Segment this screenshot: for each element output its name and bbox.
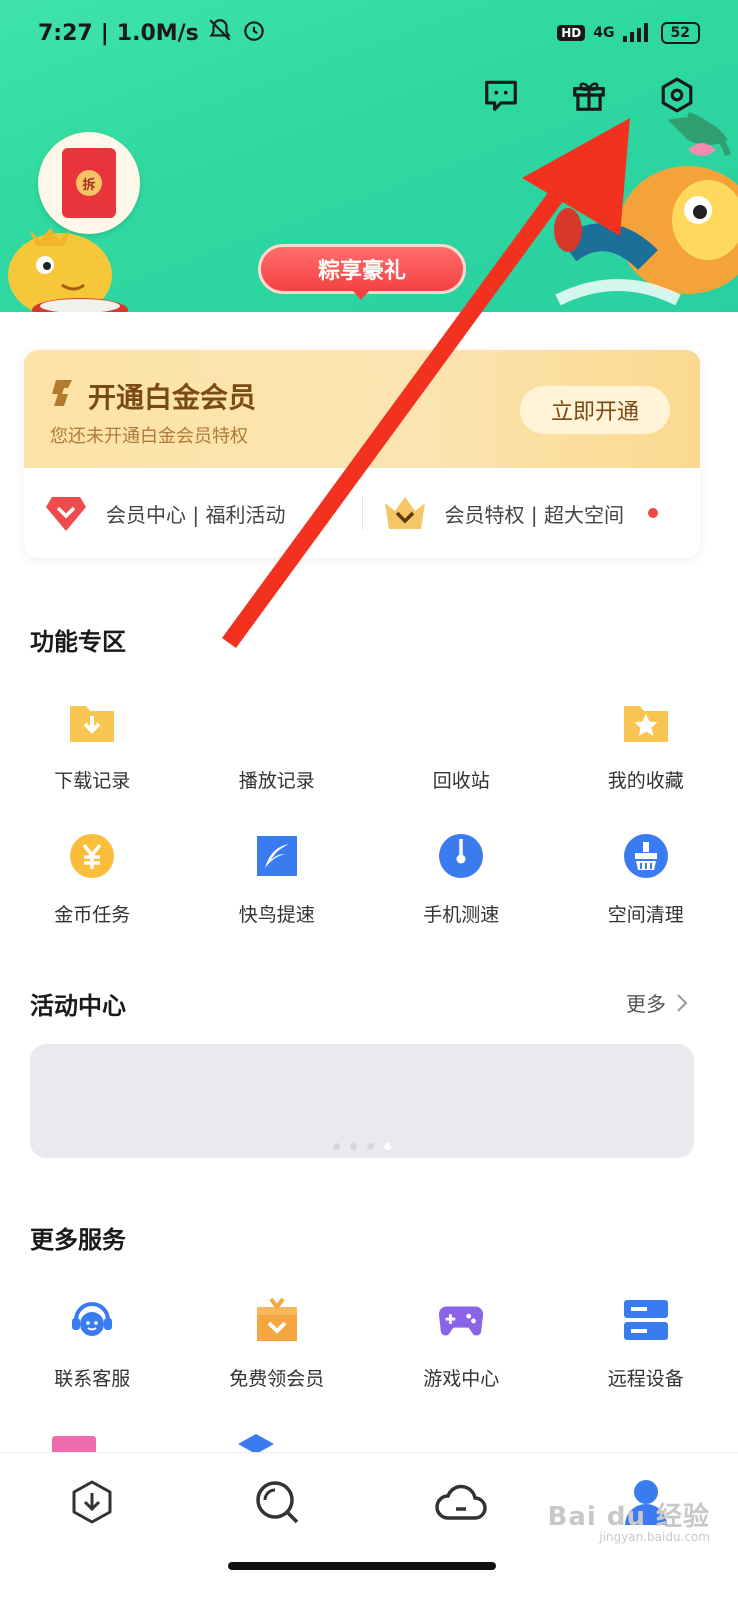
promo-gift-button[interactable]: 粽享豪礼 <box>258 244 466 294</box>
member-center-link[interactable]: 会员中心 | 福利活动 <box>24 493 362 533</box>
dragon-mascot-left <box>8 228 128 320</box>
status-speed: 1.0M/s <box>116 20 199 46</box>
broom-icon <box>622 832 670 880</box>
activity-title: 活动中心 <box>30 992 126 1020</box>
baidu-watermark: Bai du 经验 <box>547 1502 710 1532</box>
vip-card: 开通白金会员 您还未开通白金会员特权 立即开通 会员中心 | 福利活动 会员特权… <box>24 350 700 558</box>
gift-box-icon <box>253 1296 301 1344</box>
battery-indicator: 52 <box>660 22 700 44</box>
open-vip-button[interactable]: 立即开通 <box>520 386 670 434</box>
gamepad-icon <box>437 1296 485 1344</box>
services-grid: 联系客服 免费领会员 游戏中心 远程设备 <box>0 1274 738 1408</box>
download-folder-icon <box>68 698 116 746</box>
carousel-dot-active <box>384 1143 391 1150</box>
features-grid: 下载记录 播放记录 回收站 我的收藏 金币任务 快鸟提速 手机测速 空间清理 <box>0 676 738 944</box>
feature-coin-tasks[interactable]: 金币任务 <box>0 810 185 944</box>
feature-space-cleanup[interactable]: 空间清理 <box>554 810 738 944</box>
vip-subtitle: 您还未开通白金会员特权 <box>50 426 248 447</box>
home-indicator[interactable] <box>228 1562 496 1570</box>
nav-download-icon[interactable] <box>61 1471 123 1533</box>
service-remote-devices[interactable]: 远程设备 <box>554 1274 738 1408</box>
network-label: 4G <box>593 25 615 41</box>
server-icon <box>622 1296 670 1344</box>
partial-service-icon-blue[interactable] <box>236 1432 276 1454</box>
notification-dot <box>647 508 658 518</box>
status-time: 7:27 <box>38 20 93 46</box>
service-free-vip[interactable]: 免费领会员 <box>185 1274 370 1408</box>
activity-banner[interactable] <box>30 1044 694 1158</box>
feature-favorites[interactable]: 我的收藏 <box>554 676 738 810</box>
content-top-edge <box>0 312 738 352</box>
dragon-mascot-right <box>554 112 738 306</box>
profile-header: 7:27 | 1.0M/s HD 4G 52 拆 粽享豪礼 <box>0 0 738 320</box>
vip-banner[interactable]: 开通白金会员 您还未开通白金会员特权 立即开通 <box>24 350 700 468</box>
chevron-right-icon <box>677 993 688 1012</box>
feature-recycle-bin[interactable]: 回收站 <box>369 676 554 810</box>
baidu-watermark-url: jingyan.baidu.com <box>599 1530 710 1544</box>
promo-tail <box>352 290 370 300</box>
diamond-icon <box>46 497 86 531</box>
message-icon[interactable] <box>480 74 522 116</box>
services-title: 更多服务 <box>30 1226 126 1254</box>
hd-badge: HD <box>557 25 586 41</box>
feature-download-records[interactable]: 下载记录 <box>0 676 185 810</box>
feature-speed-boost[interactable]: 快鸟提速 <box>185 810 370 944</box>
play-history-icon <box>253 698 301 746</box>
headset-icon <box>68 1296 116 1344</box>
recycle-bin-icon <box>437 698 485 746</box>
status-bar: 7:27 | 1.0M/s HD 4G 52 <box>38 16 700 50</box>
signal-icon <box>622 20 653 46</box>
carousel-dot <box>367 1143 374 1150</box>
feature-phone-speedtest[interactable]: 手机测速 <box>369 810 554 944</box>
swift-bird-icon <box>253 832 301 880</box>
mute-icon <box>207 17 233 49</box>
member-privilege-label: 会员特权 | 超大空间 <box>444 502 624 527</box>
vip-title: 开通白金会员 <box>88 381 257 414</box>
alarm-icon <box>241 17 267 49</box>
service-game-center[interactable]: 游戏中心 <box>369 1274 554 1408</box>
member-center-label: 会员中心 | 福利活动 <box>106 502 286 527</box>
nav-cloud-icon[interactable] <box>430 1471 492 1533</box>
service-customer-support[interactable]: 联系客服 <box>0 1274 185 1408</box>
platinum-logo-icon <box>52 380 72 406</box>
nav-discover-icon[interactable] <box>246 1471 308 1533</box>
speedometer-icon <box>437 832 485 880</box>
crown-icon <box>384 497 425 529</box>
carousel-dots <box>30 1143 694 1150</box>
features-title: 功能专区 <box>30 628 126 656</box>
carousel-dot <box>333 1143 340 1150</box>
activity-more-link[interactable]: 更多 <box>626 988 688 1017</box>
star-folder-icon <box>622 698 670 746</box>
coin-icon <box>68 832 116 880</box>
more-label: 更多 <box>626 992 666 1016</box>
member-privilege-link[interactable]: 会员特权 | 超大空间 <box>363 493 701 533</box>
feature-play-records[interactable]: 播放记录 <box>185 676 370 810</box>
carousel-dot <box>350 1143 357 1150</box>
